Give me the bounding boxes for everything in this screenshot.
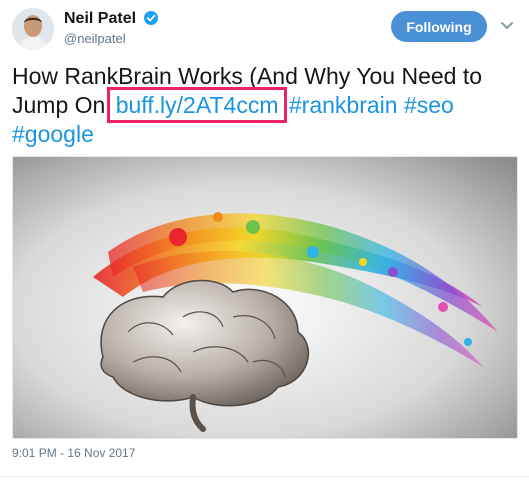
author-name-row[interactable]: Neil Patel	[64, 10, 159, 28]
avatar-photo	[12, 8, 54, 50]
following-button[interactable]: Following	[391, 11, 487, 42]
chevron-down-icon[interactable]	[499, 20, 515, 32]
hashtag-google[interactable]: #google	[12, 121, 94, 147]
hashtag-seo[interactable]: #seo	[404, 92, 454, 118]
avatar[interactable]	[12, 8, 54, 50]
author-name[interactable]: Neil Patel	[64, 10, 136, 27]
hashtag-rankbrain[interactable]: #rankbrain	[289, 92, 398, 118]
tweet-text: How RankBrain Works (And Why You Need to…	[12, 62, 522, 149]
verified-badge-icon	[144, 11, 159, 25]
tweet-link[interactable]: buff.ly/2AT4ccm	[106, 87, 288, 123]
author-handle[interactable]: @neilpatel	[64, 31, 126, 46]
tweet-media-image[interactable]	[12, 156, 518, 439]
divider	[0, 476, 529, 477]
brain-paint-splash-image	[13, 157, 517, 438]
tweet-timestamp[interactable]: 9:01 PM - 16 Nov 2017	[12, 446, 135, 460]
